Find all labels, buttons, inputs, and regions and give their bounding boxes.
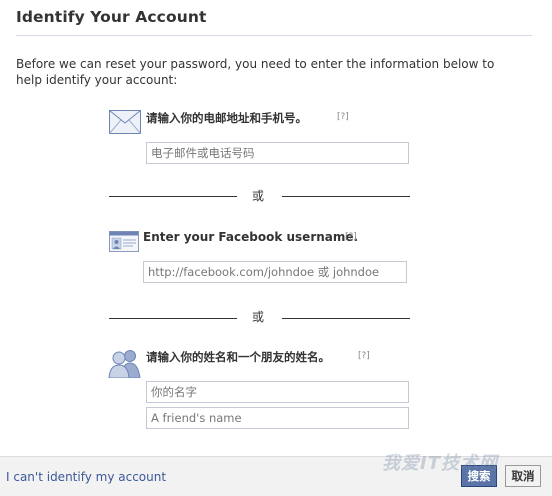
cancel-button[interactable]: 取消 — [505, 465, 541, 487]
name-section-label: 请输入你的姓名和一个朋友的姓名。 — [146, 350, 330, 364]
email-help-link[interactable]: [?] — [337, 112, 349, 122]
divider-line-right — [282, 196, 410, 197]
email-phone-input[interactable]: 电子邮件或电话号码 — [146, 142, 409, 164]
email-section-label: 请输入你的电邮地址和手机号。 — [146, 111, 307, 125]
id-card-icon — [109, 231, 139, 252]
or-divider: 或 — [252, 189, 265, 203]
envelope-icon — [109, 110, 141, 134]
name-help-link[interactable]: [?] — [358, 351, 370, 361]
page-title: Identify Your Account — [16, 8, 207, 26]
friends-icon — [108, 350, 141, 378]
site-watermark: 我爱IT技术网 — [382, 453, 498, 474]
cant-identify-link[interactable]: I can't identify my account — [6, 470, 166, 484]
friend-name-input[interactable]: A friend's name — [146, 407, 409, 429]
divider-line-left — [109, 318, 237, 319]
divider-line-left — [109, 196, 237, 197]
your-name-input[interactable]: 你的名字 — [146, 381, 409, 403]
username-input[interactable]: http://facebook.com/johndoe 或 johndoe — [143, 261, 407, 283]
title-divider — [16, 35, 532, 36]
username-section-label: Enter your Facebook username. — [143, 230, 359, 244]
intro-text: Before we can reset your password, you n… — [16, 57, 495, 87]
username-help-link[interactable]: [?] — [345, 232, 357, 242]
divider-line-right — [282, 318, 410, 319]
or-divider: 或 — [252, 310, 265, 324]
